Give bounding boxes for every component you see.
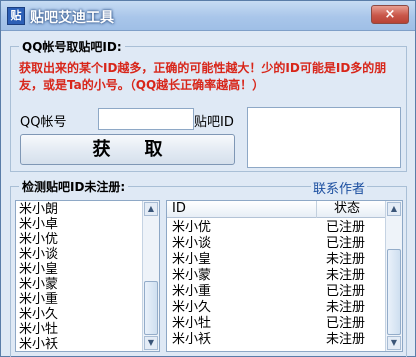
list-item[interactable]: 米小朗 (19, 202, 58, 217)
row-id: 米小久 (172, 300, 212, 315)
main-window: 贴 贴吧艾迪工具 × QQ帐号取贴吧ID: 获取出来的某个ID越多，正确的可能性… (0, 0, 416, 357)
qq-group-label: QQ帐号取贴吧ID: (19, 38, 125, 55)
close-button[interactable]: × (371, 5, 409, 24)
row-status: 已注册 (326, 236, 366, 251)
row-id: 米小谈 (172, 236, 212, 251)
chevron-up-icon[interactable]: ▲ (387, 202, 401, 216)
list-item[interactable]: 米小蒙 (19, 277, 58, 292)
scroll-thumb[interactable] (387, 249, 401, 335)
row-id: 米小皇 (172, 252, 212, 267)
column-status[interactable]: 状态 (317, 201, 386, 218)
qq-label: QQ帐号 (20, 115, 67, 130)
result-listview[interactable]: ID 状态 米小优 已注册 米小谈 已注册 米小皇 未注册 米小蒙 未注册 米小… (166, 200, 403, 352)
chevron-down-icon[interactable]: ▼ (144, 336, 158, 350)
row-status: 已注册 (326, 220, 366, 235)
name-list-scrollbar[interactable]: ▲ ▼ (142, 201, 159, 351)
chevron-up-icon[interactable]: ▲ (144, 202, 158, 216)
result-scrollbar[interactable]: ▲ ▼ (385, 201, 402, 351)
name-list: 米小朗 米小卓 米小优 米小谈 米小皇 米小蒙 米小重 米小久 米小牡 米小袄 (19, 202, 58, 351)
check-group-label: 检测贴吧ID未注册: (19, 178, 129, 195)
qq-lookup-group: QQ帐号取贴吧ID: 获取出来的某个ID越多，正确的可能性越大！少的ID可能是I… (10, 38, 407, 172)
row-status: 未注册 (326, 268, 366, 283)
qq-input[interactable] (98, 108, 194, 130)
title-bar[interactable]: 贴 贴吧艾迪工具 × (1, 1, 415, 31)
app-icon: 贴 (7, 7, 25, 25)
list-item[interactable]: 米小谈 (19, 247, 58, 262)
row-id: 米小袄 (172, 332, 212, 347)
result-header: ID 状态 (167, 201, 386, 218)
list-item[interactable]: 米小袄 (19, 337, 58, 351)
tieba-id-output[interactable] (247, 107, 401, 168)
list-item[interactable]: 米小久 (19, 307, 58, 322)
row-id: 米小牡 (172, 316, 212, 331)
list-item[interactable]: 米小优 (19, 232, 58, 247)
name-listbox[interactable]: 米小朗 米小卓 米小优 米小谈 米小皇 米小蒙 米小重 米小久 米小牡 米小袄 … (15, 200, 160, 352)
list-item[interactable]: 米小卓 (19, 217, 58, 232)
row-status: 已注册 (326, 284, 366, 299)
scroll-thumb[interactable] (144, 281, 158, 335)
row-id: 米小蒙 (172, 268, 212, 283)
column-id[interactable]: ID (167, 201, 317, 218)
row-status: 未注册 (326, 332, 366, 347)
warning-text: 获取出来的某个ID越多，正确的可能性越大！少的ID可能是ID多的朋友，或是Ta的… (19, 61, 387, 92)
contact-author-link[interactable]: 联系作者 (311, 178, 368, 197)
list-item[interactable]: 米小重 (19, 292, 58, 307)
window-title: 贴吧艾迪工具 (30, 10, 114, 26)
row-status: 未注册 (326, 252, 366, 267)
row-id: 米小重 (172, 284, 212, 299)
row-id: 米小优 (172, 220, 212, 235)
chevron-down-icon[interactable]: ▼ (387, 336, 401, 350)
list-item[interactable]: 米小皇 (19, 262, 58, 277)
tieba-id-label: 贴吧ID (194, 115, 234, 130)
row-status: 未注册 (326, 300, 366, 315)
list-item[interactable]: 米小牡 (19, 322, 58, 337)
row-status: 已注册 (326, 316, 366, 331)
fetch-button[interactable]: 获取 (20, 134, 235, 165)
